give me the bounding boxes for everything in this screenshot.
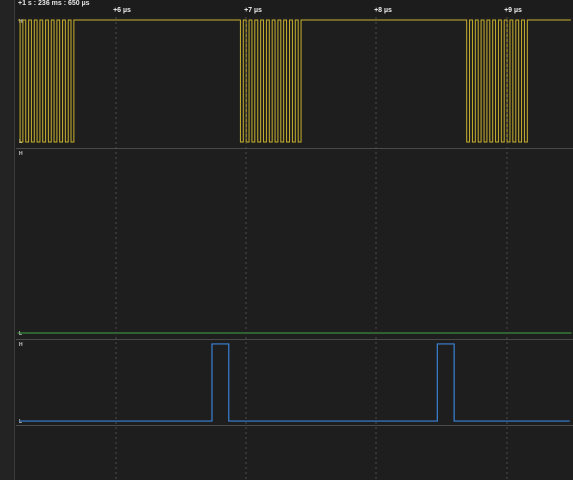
channel-gutter[interactable] — [0, 0, 15, 480]
channel-2-row[interactable]: H L — [16, 340, 573, 426]
channel-1-waveform — [17, 332, 572, 334]
logic-analyzer-view: +1 s : 236 ms : 650 µs +6 µs +7 µs +8 µs… — [0, 0, 573, 480]
time-origin-label: +1 s : 236 ms : 650 µs — [18, 0, 90, 7]
channel-0-waveform — [18, 19, 571, 143]
channel-1-row[interactable]: H L — [16, 149, 573, 340]
channel-2-waveform — [19, 343, 570, 422]
time-tick-label: +8 µs — [374, 7, 392, 14]
time-tick-label: +9 µs — [504, 7, 522, 14]
time-ruler[interactable]: +1 s : 236 ms : 650 µs +6 µs +7 µs +8 µs… — [16, 0, 573, 17]
time-tick-label: +7 µs — [244, 7, 262, 14]
channel-0-row[interactable]: H L — [16, 17, 573, 149]
empty-channel-area — [16, 426, 573, 480]
time-tick-label: +6 µs — [113, 7, 131, 14]
